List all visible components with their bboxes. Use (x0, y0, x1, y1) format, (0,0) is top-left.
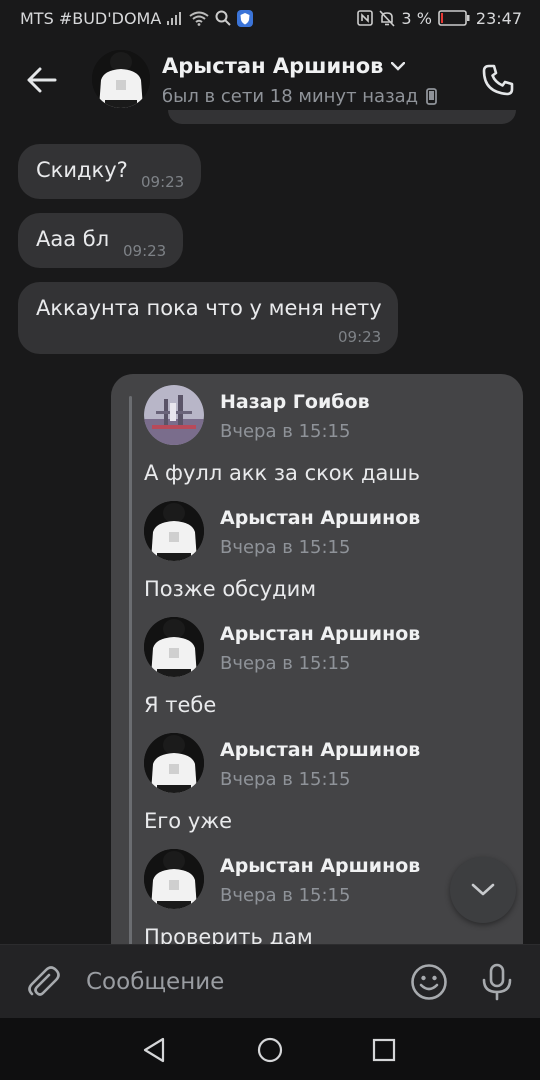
contact-avatar[interactable] (92, 50, 150, 108)
message-bubble[interactable]: Скидку? 09:23 (18, 144, 201, 199)
message-text: Скидку? (36, 158, 128, 182)
paperclip-icon (28, 966, 60, 996)
last-seen-text: был в сети 18 минут назад (162, 86, 419, 107)
voice-message-button[interactable] (474, 959, 520, 1005)
arrow-left-icon (27, 67, 57, 93)
author-avatar[interactable] (144, 733, 204, 793)
smiley-icon (411, 964, 447, 1000)
chevron-down-icon (471, 883, 495, 896)
call-button[interactable] (474, 56, 522, 104)
message-time: 09:23 (123, 242, 167, 260)
message-input[interactable] (86, 963, 386, 1001)
message-text: Аккаунта пока что у меня нету (36, 296, 382, 320)
shield-icon (237, 9, 254, 27)
emoji-button[interactable] (406, 959, 452, 1005)
message-bubble[interactable]: Ааа бл 09:23 (18, 213, 183, 268)
scroll-to-bottom-button[interactable] (450, 857, 516, 923)
forward-date: Вчера в 15:15 (220, 885, 351, 906)
forward-date: Вчера в 15:15 (220, 769, 351, 790)
chevron-down-icon (391, 61, 406, 71)
contact-name-row[interactable]: Арыстан Аршинов (162, 54, 406, 78)
forwarded-text: Позже обсудим (144, 577, 317, 601)
forward-quote-bar (129, 396, 132, 974)
forwarded-text: Его уже (144, 809, 233, 833)
forwarded-text: Я тебе (144, 693, 217, 717)
microphone-icon (482, 963, 512, 1001)
forwarded-text: А фулл акк за скок дашь (144, 461, 420, 485)
last-seen-row: был в сети 18 минут назад (162, 86, 438, 107)
author-name: Арыстан Аршинов (220, 623, 421, 645)
status-bar: MTS #BUD'DOMA 3 % 23:47 (0, 0, 540, 36)
author-name: Арыстан Аршинов (220, 507, 421, 529)
message-time: 09:23 (141, 173, 185, 191)
system-nav-bar (0, 1018, 540, 1080)
forward-date: Вчера в 15:15 (220, 421, 351, 442)
back-button[interactable] (18, 56, 66, 104)
author-name: Арыстан Аршинов (220, 855, 421, 877)
author-name: Арыстан Аршинов (220, 739, 421, 761)
message-time: 09:23 (338, 328, 382, 346)
signal-icon (167, 11, 183, 25)
clock: 23:47 (475, 8, 522, 28)
previous-message-edge (168, 110, 516, 124)
author-avatar[interactable] (144, 385, 204, 445)
nav-home-button[interactable] (250, 1030, 290, 1070)
carrier-label: MTS #BUD'DOMA (20, 8, 162, 28)
mobile-icon (426, 88, 438, 105)
forward-date: Вчера в 15:15 (220, 653, 351, 674)
battery-icon (438, 10, 470, 26)
phone-icon (482, 64, 514, 96)
contact-name: Арыстан Аршинов (162, 54, 384, 78)
battery-percent: 3 % (401, 8, 432, 28)
nav-back-button[interactable] (134, 1030, 174, 1070)
mute-bell-icon (379, 9, 396, 27)
search-icon (215, 10, 232, 26)
author-avatar[interactable] (144, 849, 204, 909)
message-composer (0, 944, 540, 1018)
author-name: Назар Гоибов (220, 391, 370, 413)
forward-date: Вчера в 15:15 (220, 537, 351, 558)
message-text: Ааа бл (36, 227, 110, 251)
author-avatar[interactable] (144, 501, 204, 561)
nfc-icon (357, 10, 374, 26)
nav-recents-button[interactable] (364, 1030, 404, 1070)
triangle-back-icon (143, 1037, 165, 1063)
author-avatar[interactable] (144, 617, 204, 677)
message-bubble[interactable]: Аккаунта пока что у меня нету 09:23 (18, 282, 398, 354)
square-recents-icon (372, 1038, 396, 1062)
circle-home-icon (257, 1037, 283, 1063)
wifi-icon (189, 11, 209, 26)
attach-button[interactable] (20, 959, 66, 1005)
